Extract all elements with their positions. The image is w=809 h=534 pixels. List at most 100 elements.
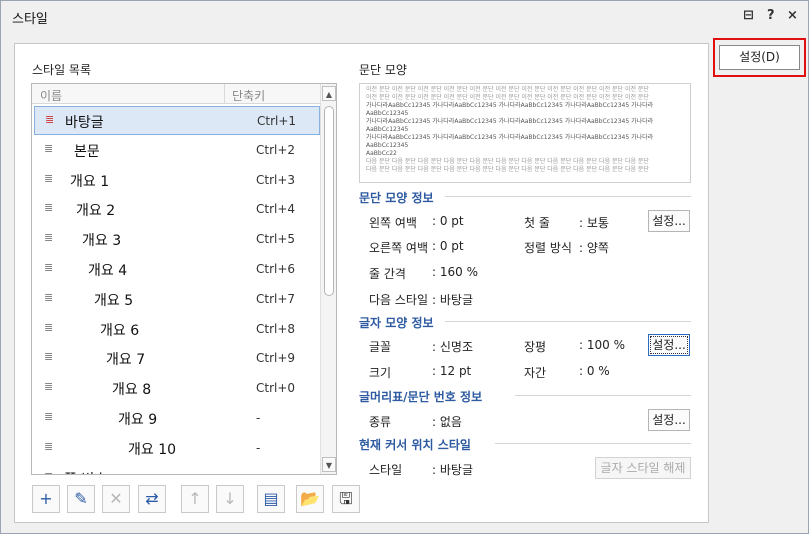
- right-margin-value: : 0 pt: [432, 239, 464, 253]
- cursor-style-label: 스타일: [369, 463, 403, 477]
- style-item-name: 쪽 번호: [64, 469, 107, 474]
- line-spacing-value: : 160 %: [432, 265, 478, 279]
- paragraph-style-icon: ≣: [45, 113, 55, 126]
- paragraph-style-icon: ≣: [44, 261, 54, 274]
- paragraph-style-icon: ≣: [44, 201, 54, 215]
- style-item-shortcut: Ctrl+4: [256, 202, 296, 217]
- scroll-thumb[interactable]: [324, 106, 334, 296]
- style-list-item[interactable]: ≣ 개요 1 Ctrl+3: [34, 166, 320, 195]
- preview-prev-line-2: 이전 문단 이전 문단 이전 문단 이전 문단 이전 문단 이전 문단 이전 문…: [366, 94, 649, 101]
- first-line-label: 첫 줄: [524, 216, 550, 230]
- style-item-shortcut: Ctrl+5: [256, 232, 296, 247]
- spacing-label: 자간: [524, 366, 547, 380]
- list-scrollbar[interactable]: ▲ ▼: [320, 84, 336, 474]
- para-setup-button[interactable]: 설정...: [648, 210, 690, 232]
- scroll-down-icon[interactable]: ▼: [322, 457, 336, 472]
- style-list-item[interactable]: ≣ 개요 5 Ctrl+7: [34, 285, 320, 314]
- align-value: : 양쪽: [579, 241, 609, 255]
- style-list-item[interactable]: ≣ 개요 4 Ctrl+6: [34, 255, 320, 284]
- style-list-item[interactable]: ≣ 개요 3 Ctrl+5: [34, 225, 320, 254]
- style-item-name: 본문: [74, 143, 100, 160]
- style-item-name: 바탕글: [65, 115, 104, 131]
- left-margin-label: 왼쪽 여백: [369, 216, 417, 230]
- cursor-style-title: 현재 커서 위치 스타일: [359, 438, 471, 452]
- preview-prev-line: 이전 문단 이전 문단 이전 문단 이전 문단 이전 문단 이전 문단 이전 문…: [366, 86, 649, 93]
- width-value: : 100 %: [579, 338, 625, 352]
- paragraph-style-icon: ≣: [44, 141, 54, 155]
- paragraph-style-icon: ≣: [44, 380, 54, 394]
- right-margin-label: 오른쪽 여백: [369, 241, 429, 255]
- preview-next-line: 다음 문단 다음 문단 다음 문단 다음 문단 다음 문단 다음 문단 다음 문…: [366, 158, 649, 165]
- style-item-name: 개요 5: [94, 292, 134, 309]
- style-item-name: 개요 10: [128, 441, 177, 458]
- setup-button-highlight: 설정(D): [713, 38, 806, 77]
- paragraph-style-icon: ≣: [44, 350, 54, 364]
- open-style-button[interactable]: 📂: [296, 485, 324, 513]
- bullet-info-divider: [515, 395, 691, 396]
- list-header: 이름 단축키: [32, 84, 322, 104]
- style-list-item[interactable]: ≣ 바탕글 Ctrl+1: [34, 106, 320, 135]
- paragraph-preview: 이전 문단 이전 문단 이전 문단 이전 문단 이전 문단 이전 문단 이전 문…: [359, 83, 691, 183]
- style-list-item[interactable]: ≣ 본문 Ctrl+2: [34, 136, 320, 165]
- delete-style-button[interactable]: ✕: [102, 485, 130, 513]
- spacing-value: : 0 %: [579, 364, 610, 378]
- import-style-button[interactable]: ▤: [257, 485, 285, 513]
- release-char-style-button[interactable]: 글자 스타일 해제: [595, 457, 691, 479]
- bullet-setup-button[interactable]: 설정...: [648, 409, 690, 431]
- preview-sample-line: 가나다라AaBbCc12345 가나다라AaBbCc12345 가나다라AaBb…: [366, 102, 654, 117]
- paragraph-style-icon: ≣: [44, 231, 54, 245]
- style-list-item[interactable]: ≣ 쪽 번호: [34, 464, 320, 474]
- style-list-item[interactable]: ≣ 개요 7 Ctrl+9: [34, 344, 320, 373]
- style-dialog: 스타일 ⊟ ? × 스타일 목록 이름 단축키 ≣ 바탕글 Ctrl+1 ≣ 본문 Ctr…: [0, 0, 809, 534]
- line-spacing-label: 줄 간격: [369, 267, 406, 281]
- style-item-shortcut: -: [256, 440, 261, 455]
- size-label: 크기: [369, 366, 392, 380]
- bullet-type-label: 종류: [369, 415, 392, 429]
- restore-icon[interactable]: ⊟: [743, 8, 754, 23]
- add-style-button[interactable]: +: [32, 485, 60, 513]
- paragraph-preview-label: 문단 모양: [359, 63, 407, 77]
- style-list-label: 스타일 목록: [32, 63, 92, 77]
- style-list-item[interactable]: ≣ 개요 10 -: [34, 434, 320, 463]
- col-name-header[interactable]: 이름: [40, 87, 62, 104]
- char-info-divider: [445, 321, 691, 322]
- replace-style-button[interactable]: ⇄: [138, 485, 166, 513]
- paragraph-style-icon: ≣: [44, 470, 53, 474]
- paragraph-style-icon: ≣: [44, 320, 54, 334]
- style-item-shortcut: Ctrl+2: [256, 142, 296, 157]
- move-down-button[interactable]: ↓: [216, 485, 244, 513]
- dialog-title: 스타일: [12, 12, 48, 27]
- left-margin-value: : 0 pt: [432, 214, 464, 228]
- col-shortcut-header[interactable]: 단축키: [232, 87, 265, 104]
- style-list[interactable]: 이름 단축키 ≣ 바탕글 Ctrl+1 ≣ 본문 Ctrl+2 ≣ 개요 1 Ctrl+3 ≣ 개요…: [31, 83, 337, 475]
- move-up-button[interactable]: ↑: [181, 485, 209, 513]
- scroll-up-icon[interactable]: ▲: [322, 86, 336, 101]
- style-item-shortcut: Ctrl+0: [256, 381, 296, 396]
- para-info-divider: [445, 196, 691, 197]
- width-label: 장평: [524, 340, 547, 354]
- style-item-shortcut: Ctrl+7: [256, 291, 296, 306]
- para-info-title: 문단 모양 정보: [359, 191, 434, 205]
- style-list-item[interactable]: ≣ 개요 8 Ctrl+0: [34, 374, 320, 403]
- help-icon[interactable]: ?: [767, 8, 775, 23]
- preview-sample-line-3: 가나다라AaBbCc12345 가나다라AaBbCc12345 가나다라AaBb…: [366, 134, 654, 149]
- setup-button[interactable]: 설정(D): [719, 45, 800, 70]
- style-list-item[interactable]: ≣ 개요 6 Ctrl+8: [34, 315, 320, 344]
- style-item-name: 개요 8: [112, 382, 152, 399]
- font-value: : 신명조: [432, 340, 473, 354]
- close-icon[interactable]: ×: [787, 8, 798, 23]
- cursor-style-value: : 바탕글: [432, 463, 473, 477]
- style-list-item[interactable]: ≣ 개요 9 -: [34, 404, 320, 433]
- style-item-shortcut: -: [256, 411, 261, 425]
- font-label: 글꼴: [369, 340, 392, 354]
- next-style-value: : 바탕글: [432, 293, 473, 307]
- style-item-shortcut: Ctrl+8: [256, 321, 296, 336]
- style-list-item[interactable]: ≣ 개요 2 Ctrl+4: [34, 195, 320, 224]
- char-setup-button[interactable]: 설정...: [648, 334, 690, 356]
- paragraph-style-icon: ≣: [44, 290, 54, 304]
- edit-style-button[interactable]: ✎: [67, 485, 95, 513]
- save-style-button[interactable]: 🖫: [332, 485, 360, 513]
- next-style-label: 다음 스타일: [369, 293, 429, 307]
- align-label: 정렬 방식: [524, 241, 572, 255]
- first-line-value: : 보통: [579, 216, 609, 230]
